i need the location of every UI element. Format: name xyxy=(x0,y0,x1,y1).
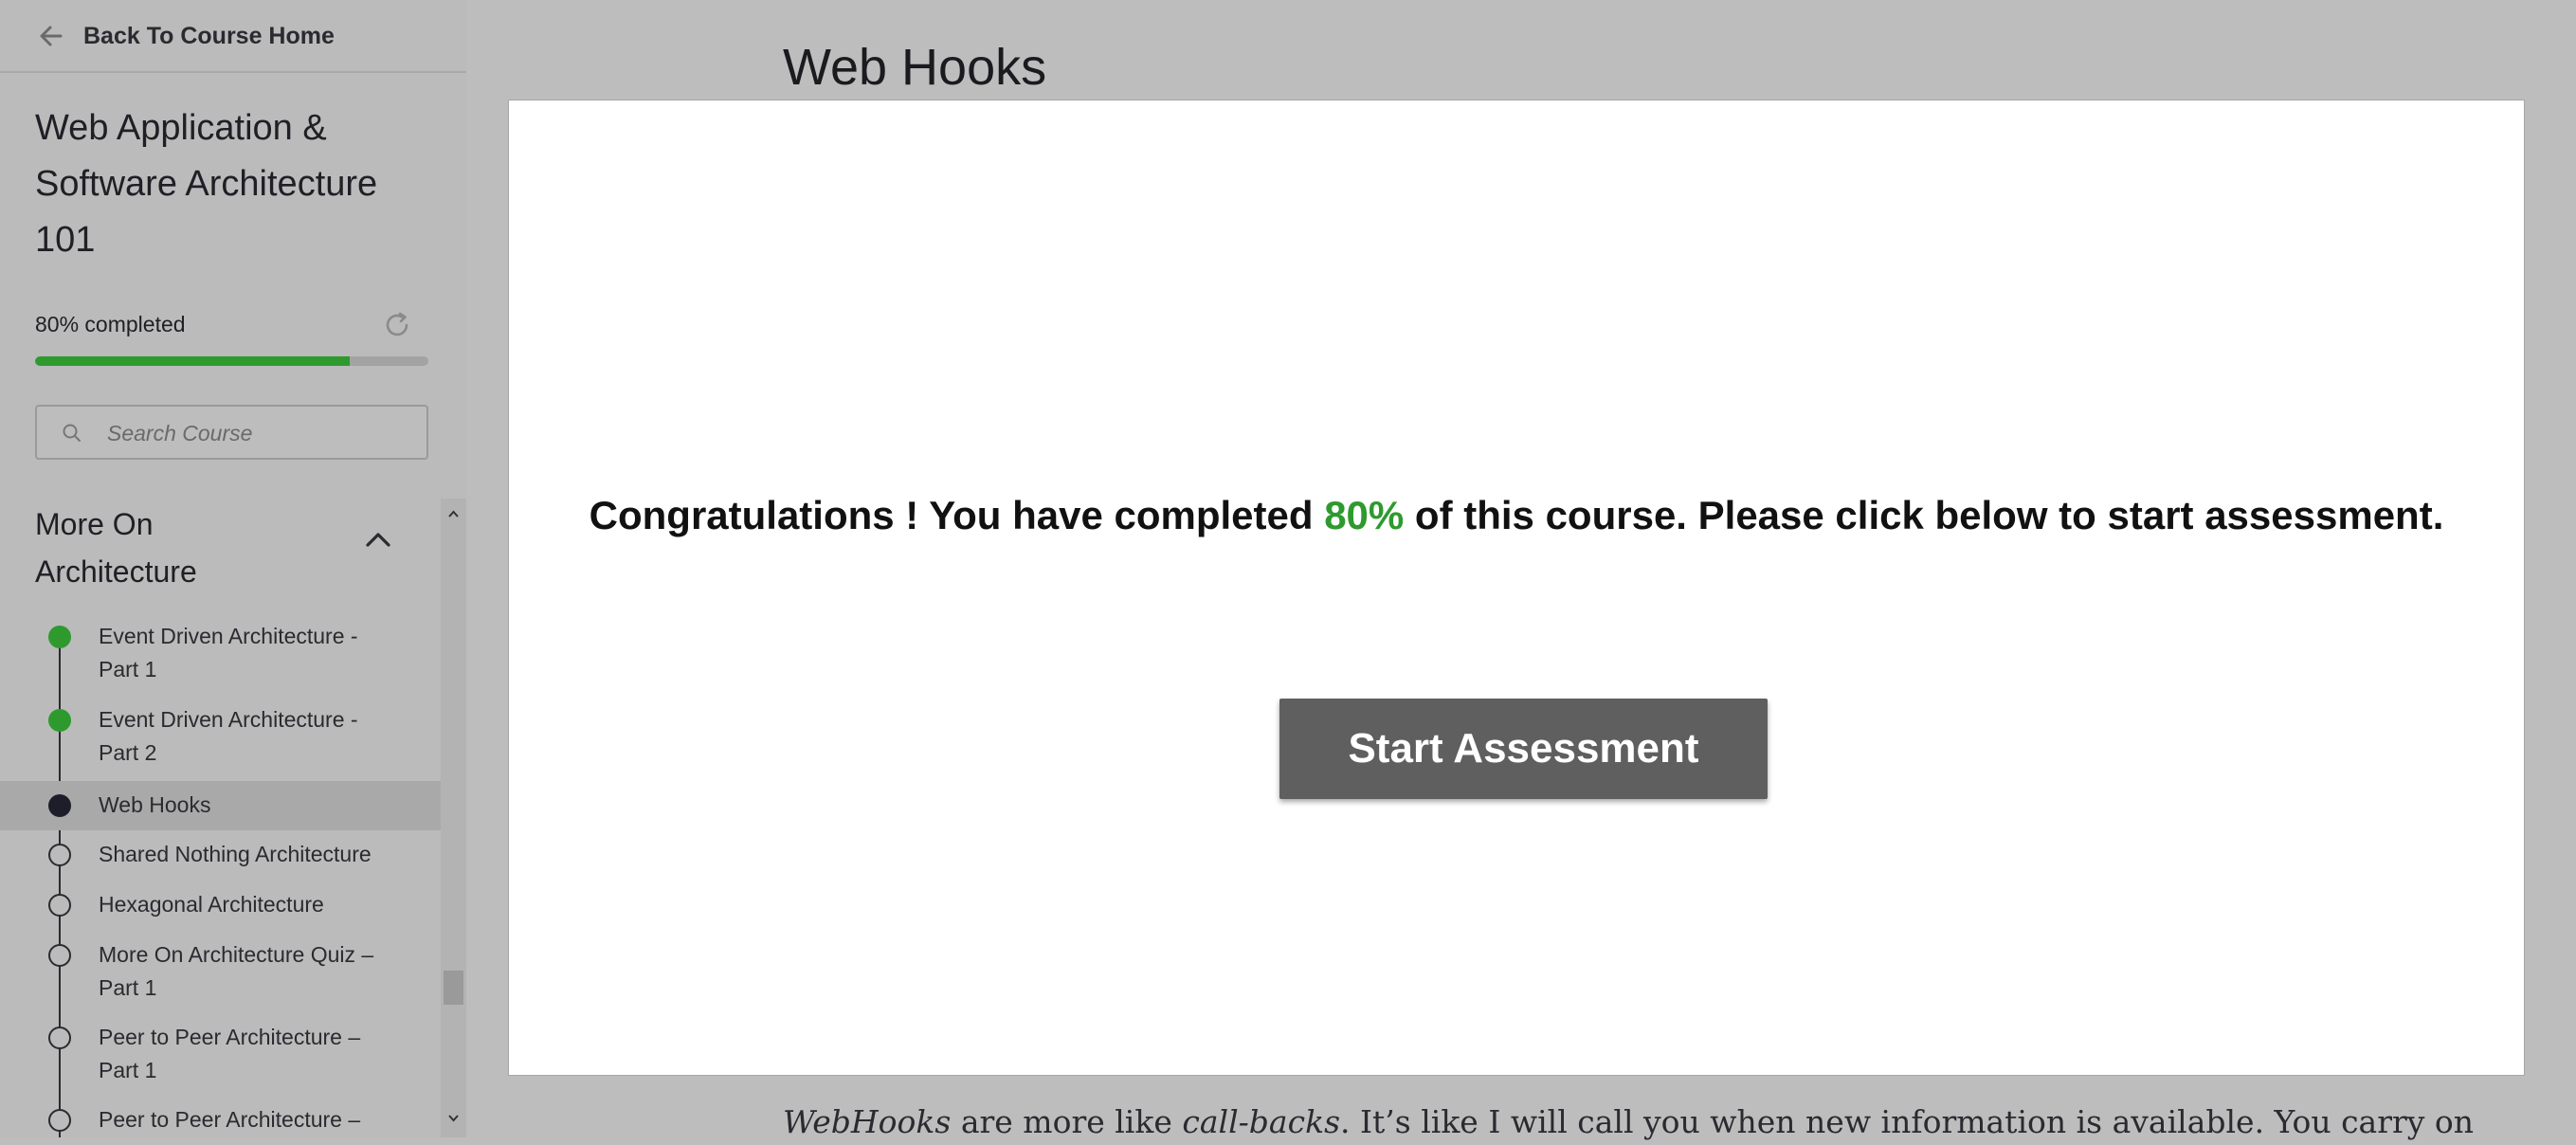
lesson-incomplete-dot xyxy=(48,944,71,967)
lesson-shared-nothing-architecture[interactable]: Shared Nothing Architecture xyxy=(0,836,441,885)
search-course-box[interactable] xyxy=(35,405,428,460)
search-course-input[interactable] xyxy=(105,414,412,452)
body-text-segment: . It’s like I will call you when new inf… xyxy=(1340,1103,2475,1140)
lesson-peer-to-peer-architecture-part-2[interactable]: Peer to Peer Architecture – xyxy=(0,1101,441,1137)
lesson-event-driven-architecture-part-1[interactable]: Event Driven Architecture - Part 1 xyxy=(0,620,441,703)
lesson-body-text: WebHooks are more like call-backs. It’s … xyxy=(783,1100,2474,1145)
assessment-prompt-card xyxy=(508,100,2525,1076)
completion-message: Congratulations ! You have completed 80%… xyxy=(0,493,2525,538)
lesson-event-driven-architecture-part-2[interactable]: Event Driven Architecture - Part 2 xyxy=(0,703,441,787)
term-call-backs: call-backs xyxy=(1182,1103,1341,1140)
refresh-icon[interactable] xyxy=(381,309,413,341)
lesson-label: Event Driven Architecture - Part 1 xyxy=(99,624,358,682)
lesson-label: More On Architecture Quiz – Part 1 xyxy=(99,942,374,1000)
start-assessment-button[interactable]: Start Assessment xyxy=(1279,699,1768,799)
lesson-incomplete-dot xyxy=(48,1109,71,1132)
progress-bar xyxy=(35,356,428,366)
scroll-down-arrow-icon[interactable] xyxy=(446,1113,461,1124)
body-text-segment: are more like xyxy=(951,1103,1183,1140)
progress-bar-fill xyxy=(35,356,350,366)
lesson-completed-dot xyxy=(48,709,71,732)
back-to-course-home-link[interactable]: Back To Course Home xyxy=(0,0,466,73)
completion-message-text: Congratulations ! You have completed xyxy=(589,493,1325,537)
lesson-label: Peer to Peer Architecture – Part 1 xyxy=(99,1025,361,1082)
course-title: Web Application & Software Architecture … xyxy=(35,108,378,260)
progress-text: 80% completed xyxy=(35,312,186,336)
lesson-web-hooks[interactable]: Web Hooks xyxy=(0,781,441,830)
lesson-completed-dot xyxy=(48,626,71,648)
search-icon xyxy=(63,424,81,442)
lesson-label: Event Driven Architecture - Part 2 xyxy=(99,707,358,765)
lesson-incomplete-dot xyxy=(48,1027,71,1049)
lesson-current-dot xyxy=(48,794,71,817)
lesson-hexagonal-architecture[interactable]: Hexagonal Architecture xyxy=(0,886,441,936)
sidebar-scrollbar[interactable] xyxy=(441,499,466,1137)
completion-message-text-end: of this course. Please click below to st… xyxy=(1404,493,2444,537)
lesson-label: Web Hooks xyxy=(99,792,211,817)
section-lesson-list: More On Architecture Event Driven Archit… xyxy=(0,500,441,1137)
term-webhooks: WebHooks xyxy=(783,1103,952,1140)
lesson-label: Hexagonal Architecture xyxy=(99,892,324,917)
scrollbar-thumb[interactable] xyxy=(444,971,463,1005)
lesson-more-on-architecture-quiz-part-1[interactable]: More On Architecture Quiz – Part 1 xyxy=(0,936,441,1020)
back-link-label: Back To Course Home xyxy=(83,23,335,49)
lesson-peer-to-peer-architecture-part-1[interactable]: Peer to Peer Architecture – Part 1 xyxy=(0,1019,441,1102)
completion-percentage: 80% xyxy=(1324,493,1405,537)
lesson-incomplete-dot xyxy=(48,844,71,866)
lesson-label: Peer to Peer Architecture – xyxy=(99,1107,361,1132)
lesson-label: Shared Nothing Architecture xyxy=(99,842,372,866)
course-sidebar: Back To Course Home Web Application & So… xyxy=(0,0,466,1137)
lesson-incomplete-dot xyxy=(48,894,71,917)
page-title: Web Hooks xyxy=(783,39,1047,96)
arrow-left-icon xyxy=(40,26,63,46)
